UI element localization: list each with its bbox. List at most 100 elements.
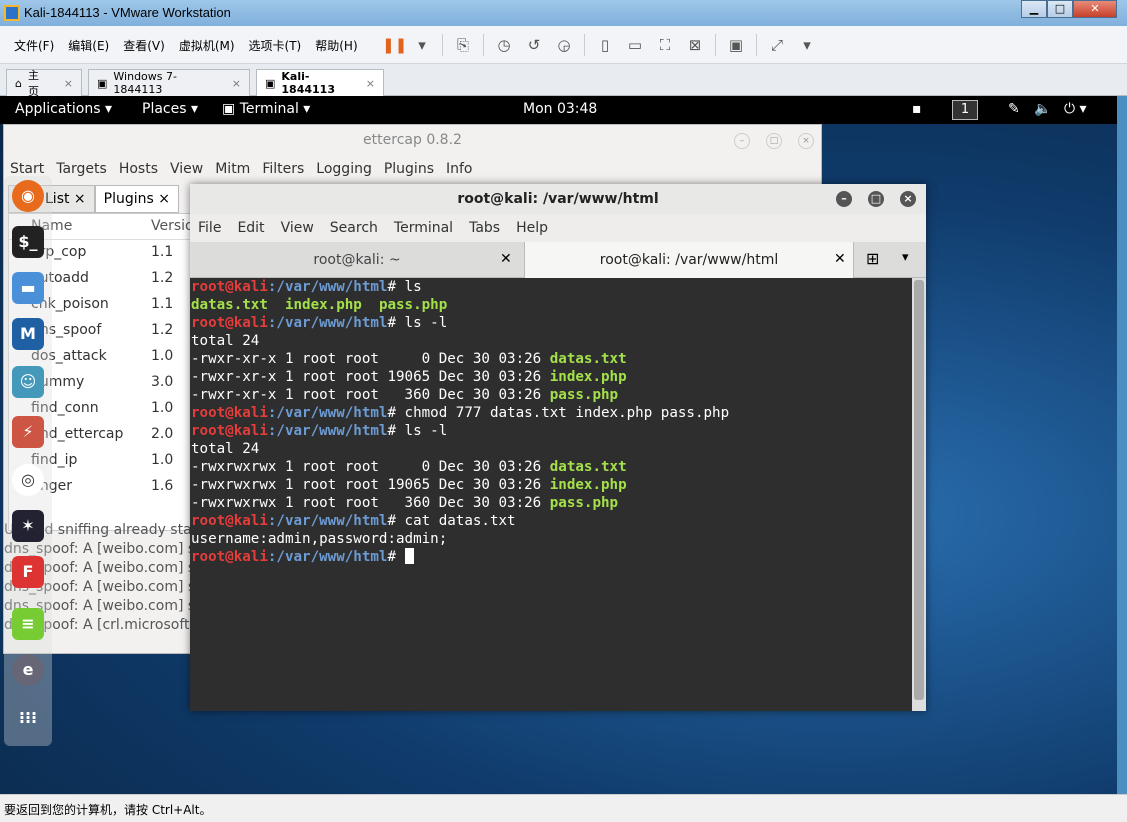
firefox-icon[interactable]: ◉ <box>12 180 44 212</box>
scrollbar-thumb[interactable] <box>914 280 924 700</box>
menu-search[interactable]: Search <box>330 220 378 236</box>
revert-snapshot-icon[interactable]: ↺ <box>524 35 544 55</box>
plugin-version: 3.0 <box>151 374 174 390</box>
fullscreen-icon[interactable]: ⛶ <box>655 35 675 55</box>
unity-icon[interactable]: ⊠ <box>685 35 705 55</box>
prompt-path: :/var/www/html <box>267 315 388 331</box>
terminal-tab-www[interactable]: root@kali: /var/www/html <box>524 242 854 278</box>
terminal-app-menu[interactable]: ▣ Terminal ▾ <box>222 101 310 117</box>
prompt-user: root@kali <box>191 423 268 439</box>
armitage-icon[interactable]: ☺ <box>12 366 44 398</box>
close-icon[interactable]: × <box>232 77 241 90</box>
stretch-dropdown-icon[interactable]: ▾ <box>797 35 817 55</box>
menu-plugins[interactable]: Plugins <box>384 161 434 177</box>
terminal-line: root@kali:/var/www/html# cat datas.txt <box>191 512 912 530</box>
menu-view[interactable]: View <box>170 161 203 177</box>
burpsuite-icon[interactable]: ⚡ <box>12 416 44 448</box>
faraday-icon[interactable]: F <box>12 556 44 588</box>
beef-icon[interactable]: ◎ <box>12 464 44 496</box>
places-menu[interactable]: Places ▾ <box>142 101 198 117</box>
new-tab-icon[interactable]: ⊞ <box>866 249 879 268</box>
terminal-line: -rwxr-xr-x 1 root root 19065 Dec 30 03:2… <box>191 368 912 386</box>
menu-help[interactable]: 帮助(H) <box>315 37 357 54</box>
maltego-icon[interactable]: ✶ <box>12 510 44 542</box>
show-apps-icon[interactable]: ⁝⁝⁝ <box>12 702 44 734</box>
pause-icon[interactable]: ❚❚ <box>382 35 407 55</box>
terminal-tab-home[interactable]: root@kali: ~ <box>190 242 524 278</box>
tab-windows7[interactable]: ▣ Windows 7-1844113 × <box>88 69 250 96</box>
snapshot-manager-icon[interactable]: ◶ <box>554 35 574 55</box>
terminal-line: total 24 <box>191 440 912 458</box>
column-version[interactable]: Versio <box>151 218 194 234</box>
applications-menu[interactable]: Applications ▾ <box>15 101 112 117</box>
maximize-button[interactable]: □ <box>1047 0 1073 18</box>
send-keys-icon[interactable]: ⎘ <box>453 35 473 55</box>
minimize-button[interactable]: – <box>734 133 750 149</box>
thumbnail-icon[interactable]: ▭ <box>625 35 645 55</box>
files-icon[interactable]: ▬ <box>12 272 44 304</box>
menu-file[interactable]: 文件(F) <box>14 37 54 54</box>
menu-targets[interactable]: Targets <box>56 161 107 177</box>
menu-edit[interactable]: Edit <box>237 220 264 236</box>
menu-view[interactable]: 查看(V) <box>123 37 165 54</box>
plugin-version: 2.0 <box>151 426 174 442</box>
terminal-line: root@kali:/var/www/html# ls -l <box>191 422 912 440</box>
terminal-line: -rwxr-xr-x 1 root root 0 Dec 30 03:26 da… <box>191 350 912 368</box>
terminal-line: root@kali:/var/www/html# <box>191 548 912 566</box>
menu-info[interactable]: Info <box>446 161 473 177</box>
menu-tabs[interactable]: 选项卡(T) <box>249 37 302 54</box>
clock[interactable]: Mon 03:48 <box>523 101 597 117</box>
pen-icon[interactable]: ✎ <box>1008 101 1020 117</box>
console-icon[interactable]: ▣ <box>726 35 746 55</box>
menu-start[interactable]: Start <box>10 161 44 177</box>
menu-filters[interactable]: Filters <box>262 161 304 177</box>
terminal-scrollbar[interactable] <box>912 278 926 711</box>
close-icon[interactable]: × <box>64 77 73 90</box>
terminal-icon[interactable]: $_ <box>12 226 44 258</box>
menu-file[interactable]: File <box>198 220 221 236</box>
close-icon[interactable]: ✕ <box>834 251 846 267</box>
menu-logging[interactable]: Logging <box>316 161 372 177</box>
close-button[interactable]: ✕ <box>1073 0 1117 18</box>
snapshot-icon[interactable]: ◷ <box>494 35 514 55</box>
tabs-menu-icon[interactable]: ▾ <box>902 250 909 265</box>
tab-kali[interactable]: ▣ Kali-1844113 × <box>256 69 384 96</box>
metasploit-icon[interactable]: M <box>12 318 44 350</box>
prompt-user: root@kali <box>191 549 268 565</box>
menu-vm[interactable]: 虚拟机(M) <box>179 37 235 54</box>
camera-icon[interactable]: ▪ <box>912 101 922 117</box>
output-text: username:admin,password:admin; <box>191 531 448 547</box>
volume-icon[interactable]: 🔈 <box>1034 101 1051 117</box>
tab-plugins[interactable]: Plugins × <box>94 185 179 213</box>
minimize-button[interactable]: – <box>836 191 852 207</box>
menu-help[interactable]: Help <box>516 220 548 236</box>
power-icon[interactable]: ⏻ ▾ <box>1064 101 1087 117</box>
terminal-output[interactable]: root@kali:/var/www/html# ls datas.txt ind… <box>190 278 912 711</box>
close-button[interactable]: × <box>900 191 916 207</box>
guest-screen[interactable]: Applications ▾ Places ▾ ▣ Terminal ▾ Mon… <box>0 96 1117 794</box>
maximize-button[interactable]: □ <box>868 191 884 207</box>
library-icon[interactable]: ▯ <box>595 35 615 55</box>
vm-icon: ▣ <box>97 76 108 90</box>
close-icon[interactable]: ✕ <box>500 251 512 267</box>
menu-terminal[interactable]: Terminal <box>394 220 453 236</box>
close-button[interactable]: × <box>798 133 814 149</box>
menu-hosts[interactable]: Hosts <box>119 161 158 177</box>
tab-home[interactable]: ⌂ 主页 × <box>6 69 82 98</box>
terminal-line: -rwxr-xr-x 1 root root 360 Dec 30 03:26 … <box>191 386 912 404</box>
prompt-user: root@kali <box>191 513 268 529</box>
command-text: # ls -l <box>387 423 448 439</box>
maximize-button[interactable]: □ <box>766 133 782 149</box>
cherrytree-icon[interactable]: e <box>12 654 44 686</box>
leafpad-icon[interactable]: ≡ <box>12 608 44 640</box>
menu-view[interactable]: View <box>281 220 314 236</box>
stretch-icon[interactable]: ⤢ <box>767 35 787 55</box>
workspace-indicator[interactable]: 1 <box>952 100 978 120</box>
menu-mitm[interactable]: Mitm <box>215 161 250 177</box>
dropdown-icon[interactable]: ▾ <box>412 35 432 55</box>
menu-edit[interactable]: 编辑(E) <box>68 37 109 54</box>
menu-tabs[interactable]: Tabs <box>469 220 500 236</box>
minimize-button[interactable]: ▁ <box>1021 0 1047 18</box>
close-icon[interactable]: × <box>366 77 375 90</box>
status-message: 要返回到您的计算机，请按 Ctrl+Alt。 <box>4 803 212 817</box>
